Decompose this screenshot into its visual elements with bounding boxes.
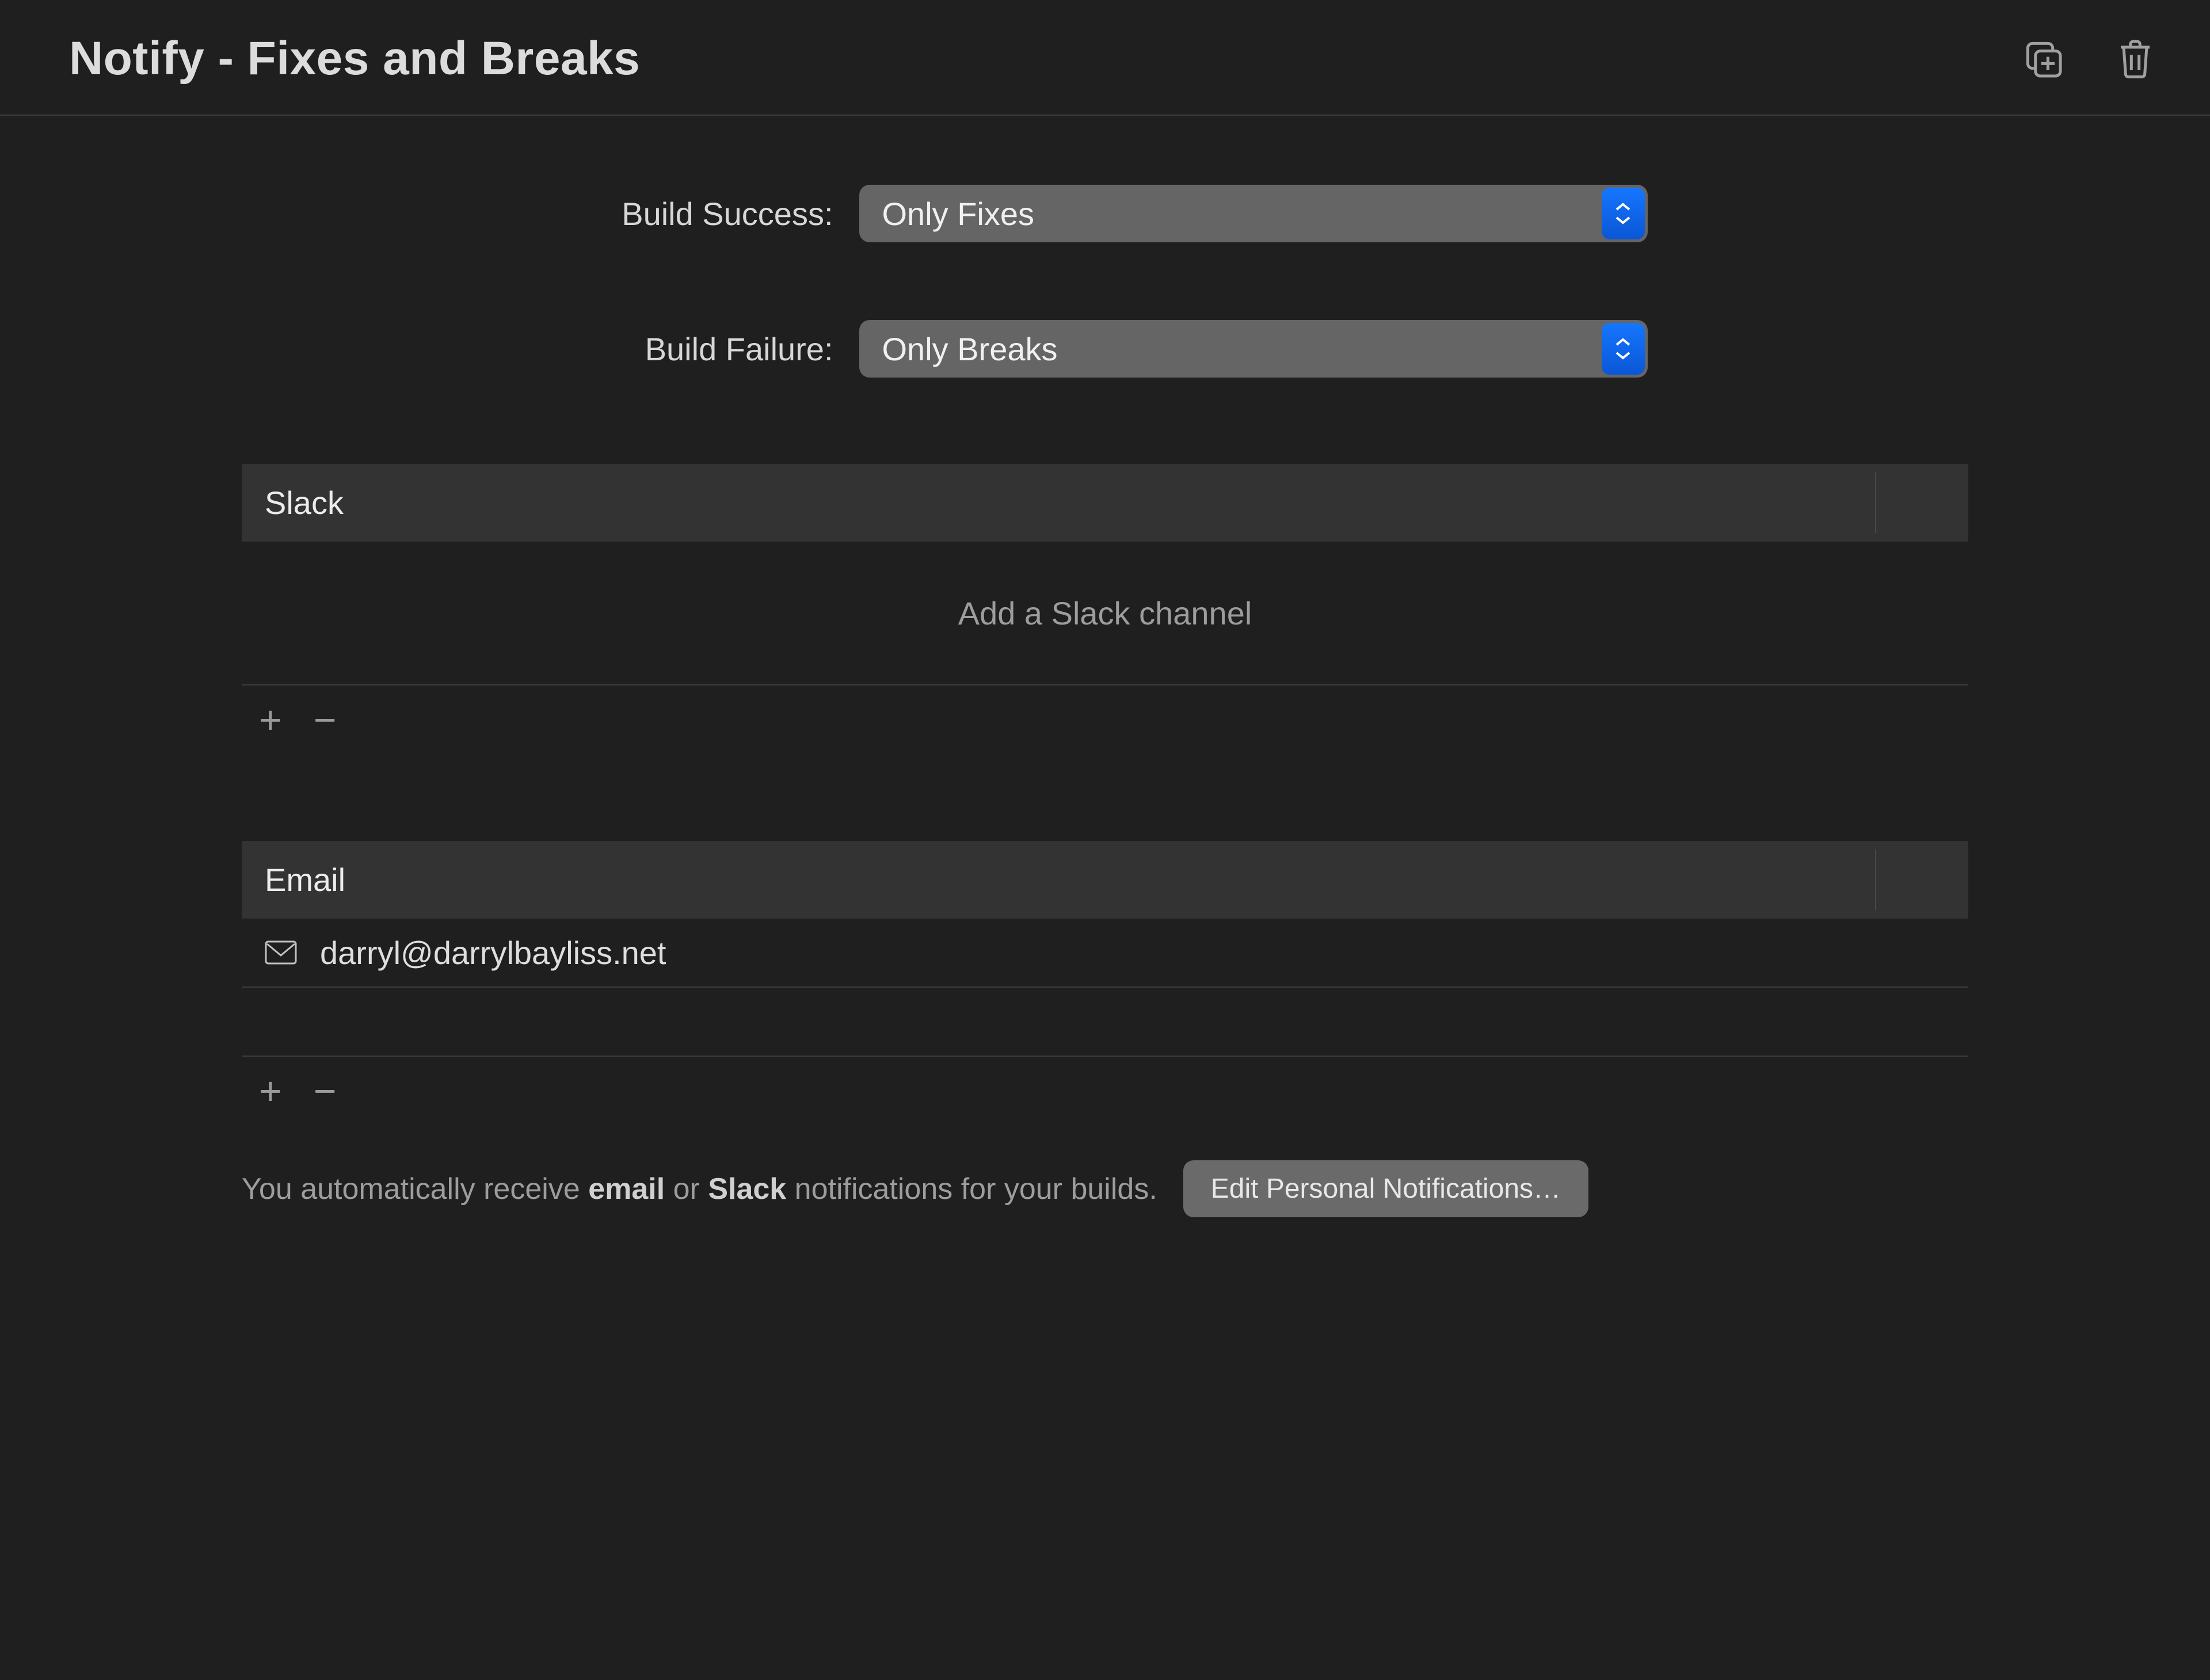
build-failure-value: Only Breaks [882,330,1058,368]
page-title: Notify - Fixes and Breaks [69,32,640,86]
build-settings: Build Success: Only Fixes Build Failure:… [0,185,2210,464]
email-empty-row [242,988,1968,1057]
email-remove-icon[interactable]: − [314,1072,337,1111]
trash-icon[interactable] [2112,36,2158,82]
email-address: darryl@darrylbayliss.net [320,934,666,972]
envelope-icon [265,940,297,965]
chevron-up-down-icon [1602,188,1645,239]
slack-toolbar: + − [242,685,1968,755]
build-failure-select[interactable]: Only Breaks [859,320,1648,378]
slack-remove-icon[interactable]: − [314,700,337,740]
email-toolbar: + − [242,1057,1968,1126]
email-section: Email darryl@darrylbayliss.net + − [242,841,1968,1126]
build-success-select[interactable]: Only Fixes [859,185,1648,242]
slack-add-icon[interactable]: + [259,700,282,740]
slack-title: Slack [265,484,344,521]
build-failure-row: Build Failure: Only Breaks [0,320,2210,378]
slack-header: Slack [242,464,1968,542]
build-success-value: Only Fixes [882,195,1035,233]
email-row[interactable]: darryl@darrylbayliss.net [242,919,1968,988]
build-failure-label: Build Failure: [563,330,833,368]
page-header: Notify - Fixes and Breaks [0,0,2210,116]
slack-section: Slack Add a Slack channel + − [242,464,1968,755]
footer-text: You automatically receive email or Slack… [242,1172,1157,1206]
section-gap [242,755,1968,841]
chevron-up-down-icon [1602,323,1645,375]
build-success-row: Build Success: Only Fixes [0,185,2210,242]
email-add-icon[interactable]: + [259,1072,282,1111]
email-list: darryl@darrylbayliss.net [242,919,1968,1057]
build-success-label: Build Success: [563,195,833,233]
email-title: Email [265,861,345,898]
email-header: Email [242,841,1968,919]
duplicate-icon[interactable] [2020,36,2066,82]
content-area: Slack Add a Slack channel + − Email [242,464,1968,1217]
slack-placeholder-area[interactable]: Add a Slack channel [242,542,1968,685]
slack-placeholder: Add a Slack channel [958,595,1252,632]
header-actions [2020,36,2158,82]
edit-personal-notifications-button[interactable]: Edit Personal Notifications… [1183,1160,1588,1217]
page-body: Build Success: Only Fixes Build Failure:… [0,116,2210,1217]
footer-row: You automatically receive email or Slack… [242,1160,1968,1217]
